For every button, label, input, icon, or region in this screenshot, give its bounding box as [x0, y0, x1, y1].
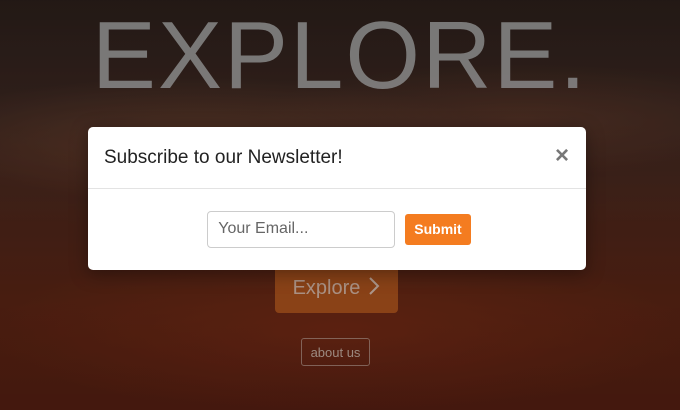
modal-title: Subscribe to our Newsletter! [104, 146, 343, 168]
modal-body: Submit [88, 189, 586, 269]
modal-header: Subscribe to our Newsletter! × [88, 127, 586, 189]
email-field[interactable] [207, 210, 396, 248]
close-icon[interactable]: × [552, 144, 572, 168]
newsletter-modal: Subscribe to our Newsletter! × Submit [88, 127, 586, 270]
submit-button[interactable]: Submit [405, 213, 471, 245]
